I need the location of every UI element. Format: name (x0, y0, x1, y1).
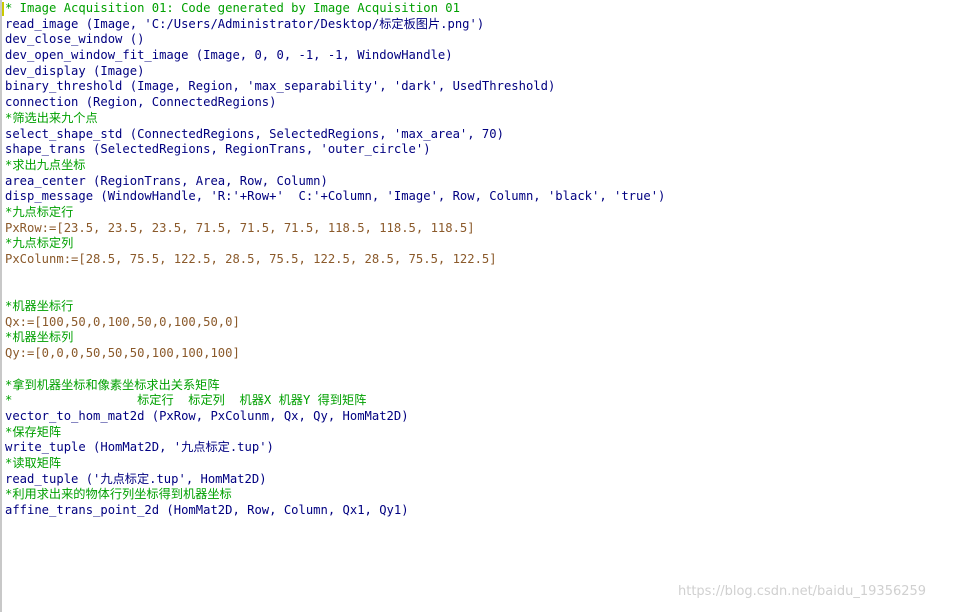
code-line-27[interactable]: vector_to_hom_mat2d (PxRow, PxColunm, Qx… (5, 409, 665, 425)
code-line-24[interactable] (5, 362, 665, 378)
current-line-marker (2, 2, 4, 16)
code-line-3[interactable]: dev_close_window () (5, 32, 665, 48)
code-line-28[interactable]: *保存矩阵 (5, 425, 665, 441)
code-line-9[interactable]: select_shape_std (ConnectedRegions, Sele… (5, 127, 665, 143)
code-line-23[interactable]: Qy:=[0,0,0,50,50,50,100,100,100] (5, 346, 665, 362)
code-line-1[interactable]: * Image Acquisition 01: Code generated b… (5, 1, 665, 17)
code-line-18[interactable] (5, 268, 665, 284)
code-line-5[interactable]: dev_display (Image) (5, 64, 665, 80)
code-line-31[interactable]: read_tuple ('九点标定.tup', HomMat2D) (5, 472, 665, 488)
code-line-2[interactable]: read_image (Image, 'C:/Users/Administrat… (5, 17, 665, 33)
code-line-22[interactable]: *机器坐标列 (5, 330, 665, 346)
code-line-4[interactable]: dev_open_window_fit_image (Image, 0, 0, … (5, 48, 665, 64)
code-line-13[interactable]: disp_message (WindowHandle, 'R:'+Row+' C… (5, 189, 665, 205)
code-line-25[interactable]: *拿到机器坐标和像素坐标求出关系矩阵 (5, 378, 665, 394)
code-line-26[interactable]: * 标定行 标定列 机器X 机器Y 得到矩阵 (5, 393, 665, 409)
code-line-8[interactable]: *筛选出来九个点 (5, 111, 665, 127)
code-line-17[interactable]: PxColunm:=[28.5, 75.5, 122.5, 28.5, 75.5… (5, 252, 665, 268)
code-line-20[interactable]: *机器坐标行 (5, 299, 665, 315)
code-line-30[interactable]: *读取矩阵 (5, 456, 665, 472)
code-lines[interactable]: * Image Acquisition 01: Code generated b… (5, 1, 665, 519)
code-line-12[interactable]: area_center (RegionTrans, Area, Row, Col… (5, 174, 665, 190)
watermark-text: https://blog.csdn.net/baidu_19356259 (678, 584, 927, 599)
code-line-15[interactable]: PxRow:=[23.5, 23.5, 23.5, 71.5, 71.5, 71… (5, 221, 665, 237)
editor-gutter (0, 0, 2, 612)
code-editor[interactable]: * Image Acquisition 01: Code generated b… (0, 0, 953, 612)
code-line-33[interactable]: affine_trans_point_2d (HomMat2D, Row, Co… (5, 503, 665, 519)
code-line-16[interactable]: *九点标定列 (5, 236, 665, 252)
code-line-7[interactable]: connection (Region, ConnectedRegions) (5, 95, 665, 111)
code-line-14[interactable]: *九点标定行 (5, 205, 665, 221)
code-line-19[interactable] (5, 283, 665, 299)
code-line-21[interactable]: Qx:=[100,50,0,100,50,0,100,50,0] (5, 315, 665, 331)
code-line-6[interactable]: binary_threshold (Image, Region, 'max_se… (5, 79, 665, 95)
code-line-10[interactable]: shape_trans (SelectedRegions, RegionTran… (5, 142, 665, 158)
code-line-29[interactable]: write_tuple (HomMat2D, '九点标定.tup') (5, 440, 665, 456)
code-line-11[interactable]: *求出九点坐标 (5, 158, 665, 174)
code-line-32[interactable]: *利用求出来的物体行列坐标得到机器坐标 (5, 487, 665, 503)
